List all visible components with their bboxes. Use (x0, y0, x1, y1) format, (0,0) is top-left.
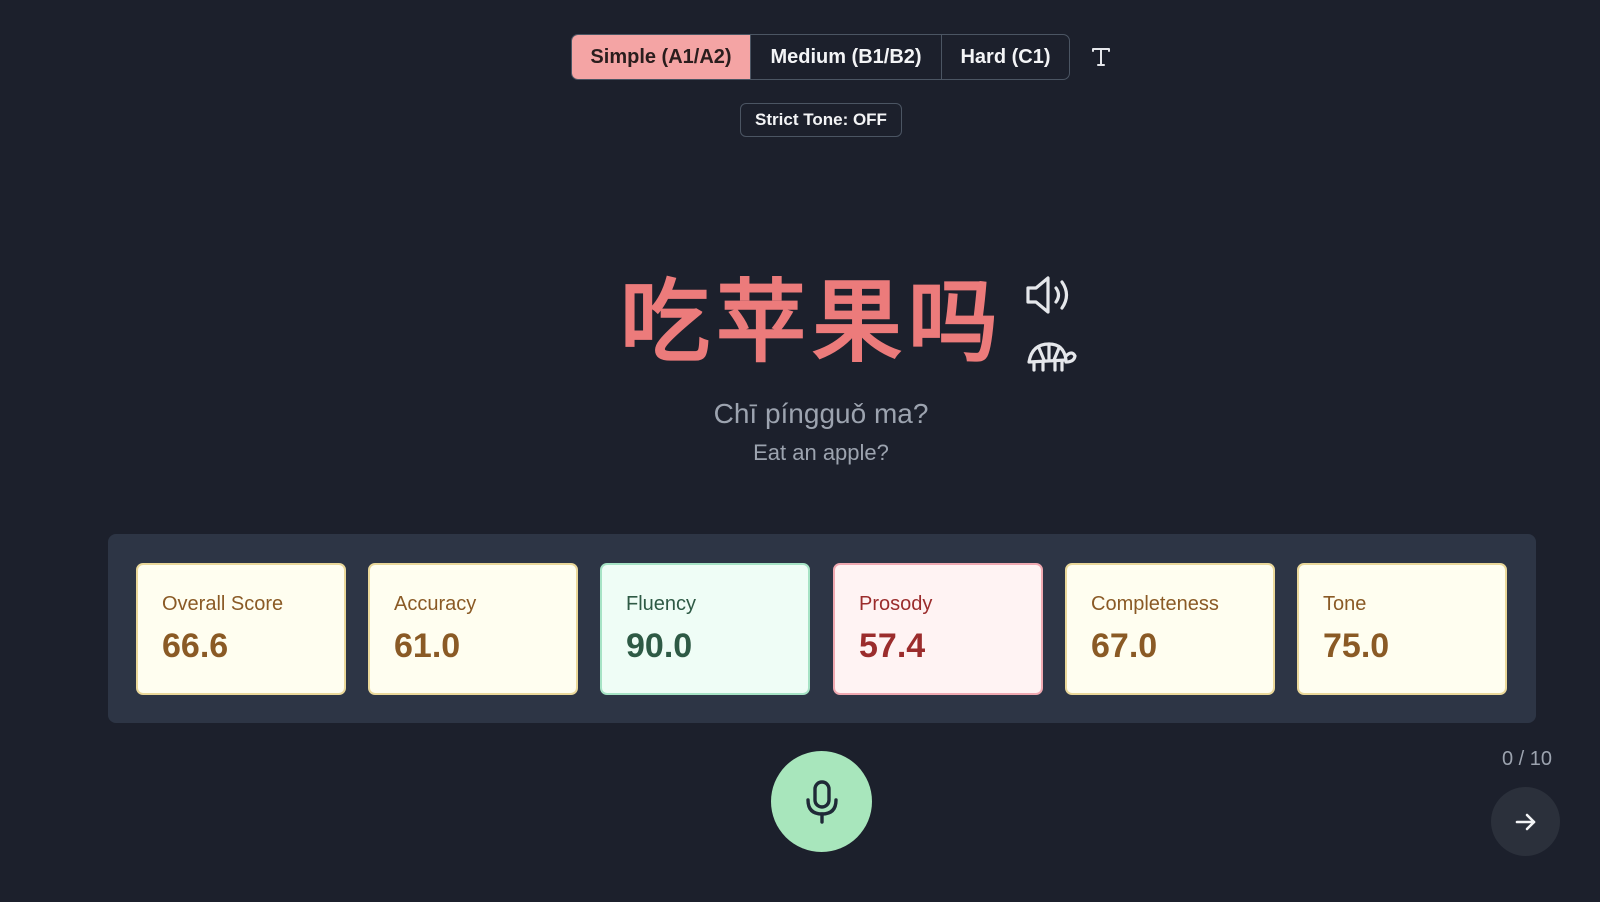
sentence-hanzi: 吃苹果吗 (620, 270, 1004, 375)
score-label: Tone (1323, 593, 1367, 615)
arrow-right-icon (1515, 813, 1535, 830)
score-value: 75.0 (1323, 627, 1390, 665)
microphone-icon (805, 779, 838, 824)
score-card-completeness: Completeness 67.0 (1065, 563, 1275, 695)
score-panel: Overall Score 66.6 Accuracy 61.0 Fluency… (108, 534, 1536, 723)
text-type-icon[interactable] (1087, 40, 1115, 74)
difficulty-medium-button[interactable]: Medium (B1/B2) (750, 35, 941, 79)
strict-tone-toggle[interactable]: Strict Tone: OFF (740, 103, 902, 137)
difficulty-simple-button[interactable]: Simple (A1/A2) (572, 35, 750, 79)
score-card-tone: Tone 75.0 (1297, 563, 1507, 695)
score-label: Overall Score (162, 593, 284, 615)
speaker-icon[interactable] (1024, 272, 1078, 318)
score-value: 57.4 (859, 627, 926, 665)
turtle-icon[interactable] (1024, 336, 1078, 376)
sentence-pinyin: Chī píngguǒ ma? (713, 398, 929, 429)
score-card-overall: Overall Score 66.6 (136, 563, 346, 695)
score-card-fluency: Fluency 90.0 (600, 563, 810, 695)
practice-page: Simple (A1/A2) Medium (B1/B2) Hard (C1) … (0, 0, 1600, 902)
score-label: Fluency (626, 593, 697, 615)
score-value: 67.0 (1091, 627, 1158, 665)
score-value: 90.0 (626, 627, 693, 665)
progress-counter: 0 / 10 (1501, 748, 1552, 770)
score-label: Accuracy (394, 593, 477, 615)
score-value: 61.0 (394, 627, 461, 665)
score-label: Prosody (859, 593, 933, 615)
difficulty-hard-button[interactable]: Hard (C1) (941, 35, 1069, 79)
record-button[interactable] (771, 751, 872, 852)
sentence-translation: Eat an apple? (753, 440, 889, 465)
score-card-prosody: Prosody 57.4 (833, 563, 1043, 695)
difficulty-selector: Simple (A1/A2) Medium (B1/B2) Hard (C1) (571, 34, 1070, 80)
score-label: Completeness (1091, 593, 1219, 615)
score-value: 66.6 (162, 627, 229, 665)
score-card-accuracy: Accuracy 61.0 (368, 563, 578, 695)
next-button[interactable] (1491, 787, 1560, 856)
